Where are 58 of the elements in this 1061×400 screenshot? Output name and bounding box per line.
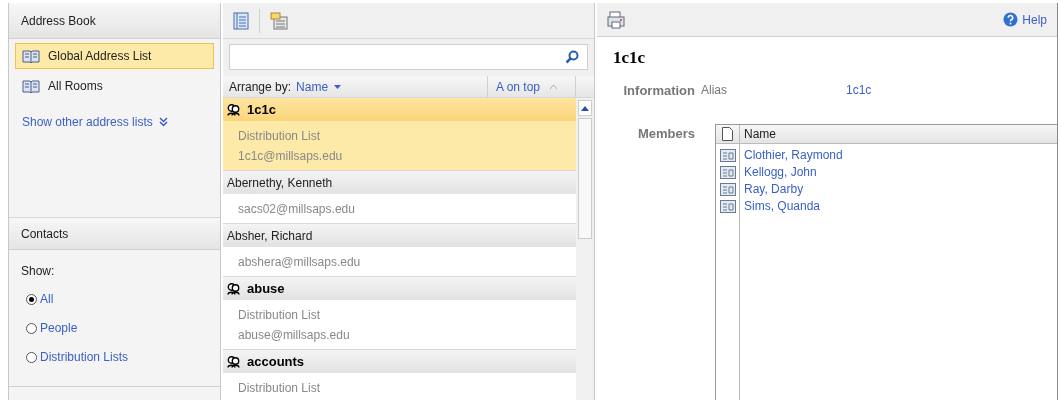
contact-card-icon [719,183,736,196]
contact-detail: abuse@millsaps.edu [238,327,351,344]
document-icon [722,127,733,141]
address-list-item[interactable]: All Rooms [15,73,214,99]
contact-title: 1c1c [613,48,646,67]
search-icon [565,50,579,64]
field-label: Alias [701,82,728,100]
group-icon [227,355,240,368]
contact-card-icon [719,149,736,162]
filter-radio[interactable]: People [26,319,220,337]
address-list-item[interactable]: Global Address List [15,43,214,69]
contact-detail: abshera@millsaps.edu [238,254,362,271]
column-header[interactable]: Name [740,125,780,143]
member-link[interactable]: Ray, Darby [744,180,843,197]
scroll-up-icon[interactable] [581,105,589,111]
list-view-icon[interactable] [233,11,249,30]
contact-card[interactable]: abuse Distribution List abuse@millsaps.edu [223,277,576,350]
address-book-icon [22,79,40,93]
contact-card[interactable]: Abernethy, Kenneth sacs02@millsaps.edu [223,171,576,224]
group-icon [227,103,240,116]
help-icon [1003,12,1019,27]
contact-detail: Distribution List [238,128,322,145]
contact-name: Absher, Richard [227,227,313,245]
filter-radio[interactable]: All [26,290,220,308]
section-label: Information [622,81,696,100]
contact-card-icon [719,166,736,179]
address-book-icon [22,49,40,63]
arrange-label: Arrange by: [229,78,292,96]
member-link[interactable]: Kellogg, John [744,163,843,180]
pane-title: Address Book [21,12,96,30]
show-more-link[interactable]: Show other address lists [22,113,168,131]
pane-title: Contacts [21,225,69,243]
contact-card[interactable]: 1c1c Distribution List 1c1c@millsaps.edu [223,98,576,171]
contact-card-icon [719,200,736,213]
contact-name: Abernethy, Kenneth [227,174,333,192]
contact-card[interactable]: Absher, Richard abshera@millsaps.edu [223,224,576,277]
contact-detail: Distribution List [238,307,322,324]
arrange-dropdown[interactable]: Name [296,77,342,96]
help-link[interactable]: Help [1003,10,1047,29]
sort-order-button[interactable]: A on top [488,76,576,97]
caret-icon [334,84,342,89]
field-value: 1c1c [846,82,872,100]
contact-name: abuse [247,279,285,298]
section-label: Members [636,125,696,143]
contact-detail: 1c1c@millsaps.edu [238,148,344,165]
group-icon [227,282,240,295]
show-label: Show: [21,264,55,278]
filter-radio[interactable]: Distribution Lists [26,348,220,366]
search-field[interactable] [229,44,588,70]
contact-detail: Distribution List [238,380,322,397]
contact-detail: sacs02@millsaps.edu [238,201,356,218]
double-chevron-icon [158,117,168,127]
printer-icon[interactable] [607,10,625,29]
member-link[interactable]: Sims, Quanda [744,197,843,214]
contact-name: accounts [247,352,305,371]
contact-name: 1c1c [247,100,276,119]
member-link[interactable]: Clothier, Raymond [744,146,843,163]
mail-list-icon[interactable] [270,11,288,30]
